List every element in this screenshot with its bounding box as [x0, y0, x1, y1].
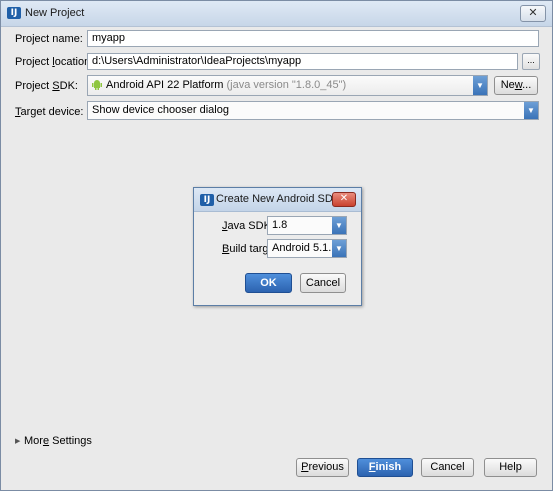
chevron-down-icon[interactable]: ▼ — [524, 102, 538, 119]
project-name-input[interactable]: myapp — [87, 30, 539, 47]
window-title: New Project — [25, 7, 85, 19]
close-window-button[interactable]: ✕ — [520, 5, 546, 22]
intellij-app-icon: IJ — [200, 194, 214, 206]
target-device-label: Target device: — [15, 106, 84, 118]
new-project-window: IJ New Project ✕ Project name: myapp Pro… — [0, 0, 553, 491]
project-name-label: Project name: — [15, 33, 83, 45]
chevron-down-icon[interactable]: ▼ — [332, 240, 346, 257]
java-sdk-value: 1.8 — [272, 219, 288, 231]
cancel-button[interactable]: Cancel — [421, 458, 474, 477]
expand-arrow-icon[interactable]: ▶ — [15, 437, 20, 445]
build-target-value: Android 5.1.1 — [272, 242, 338, 254]
project-sdk-label: Project SDK: — [15, 80, 78, 92]
dialog-ok-button[interactable]: OK — [245, 273, 292, 293]
sdk-value: Android API 22 Platform — [106, 79, 224, 91]
build-target-combo[interactable]: Android 5.1.1 ▼ — [267, 239, 347, 258]
sdk-java-version: (java version "1.8.0_45") — [226, 79, 347, 91]
browse-location-button[interactable]: ... — [522, 53, 540, 70]
project-location-label: Project location: — [15, 56, 94, 68]
more-settings-toggle[interactable]: More Settings — [24, 435, 92, 447]
android-icon — [92, 80, 102, 90]
create-android-sdk-dialog: IJ Create New Android SDK ✕ Java SDK: 1.… — [193, 187, 362, 306]
previous-button[interactable]: Previous — [296, 458, 349, 477]
chevron-down-icon[interactable]: ▼ — [473, 76, 487, 95]
chevron-down-icon[interactable]: ▼ — [332, 217, 346, 234]
dialog-cancel-button[interactable]: Cancel — [300, 273, 346, 293]
java-sdk-combo[interactable]: 1.8 ▼ — [267, 216, 347, 235]
close-dialog-button[interactable]: ✕ — [332, 192, 356, 207]
dialog-title: Create New Android SDK — [216, 193, 341, 205]
project-location-input[interactable]: d:\Users\Administrator\IdeaProjects\myap… — [87, 53, 518, 70]
target-device-value: Show device chooser dialog — [92, 104, 229, 116]
dialog-title-bar[interactable]: IJ Create New Android SDK ✕ — [194, 188, 361, 212]
intellij-app-icon: IJ — [7, 7, 21, 19]
help-button[interactable]: Help — [484, 458, 537, 477]
target-device-combo[interactable]: Show device chooser dialog ▼ — [87, 101, 539, 120]
finish-button[interactable]: Finish — [357, 458, 413, 477]
title-bar[interactable]: IJ New Project ✕ — [1, 1, 552, 27]
new-sdk-button[interactable]: New... — [494, 76, 538, 95]
project-sdk-combo[interactable]: Android API 22 Platform (java version "1… — [87, 75, 488, 96]
